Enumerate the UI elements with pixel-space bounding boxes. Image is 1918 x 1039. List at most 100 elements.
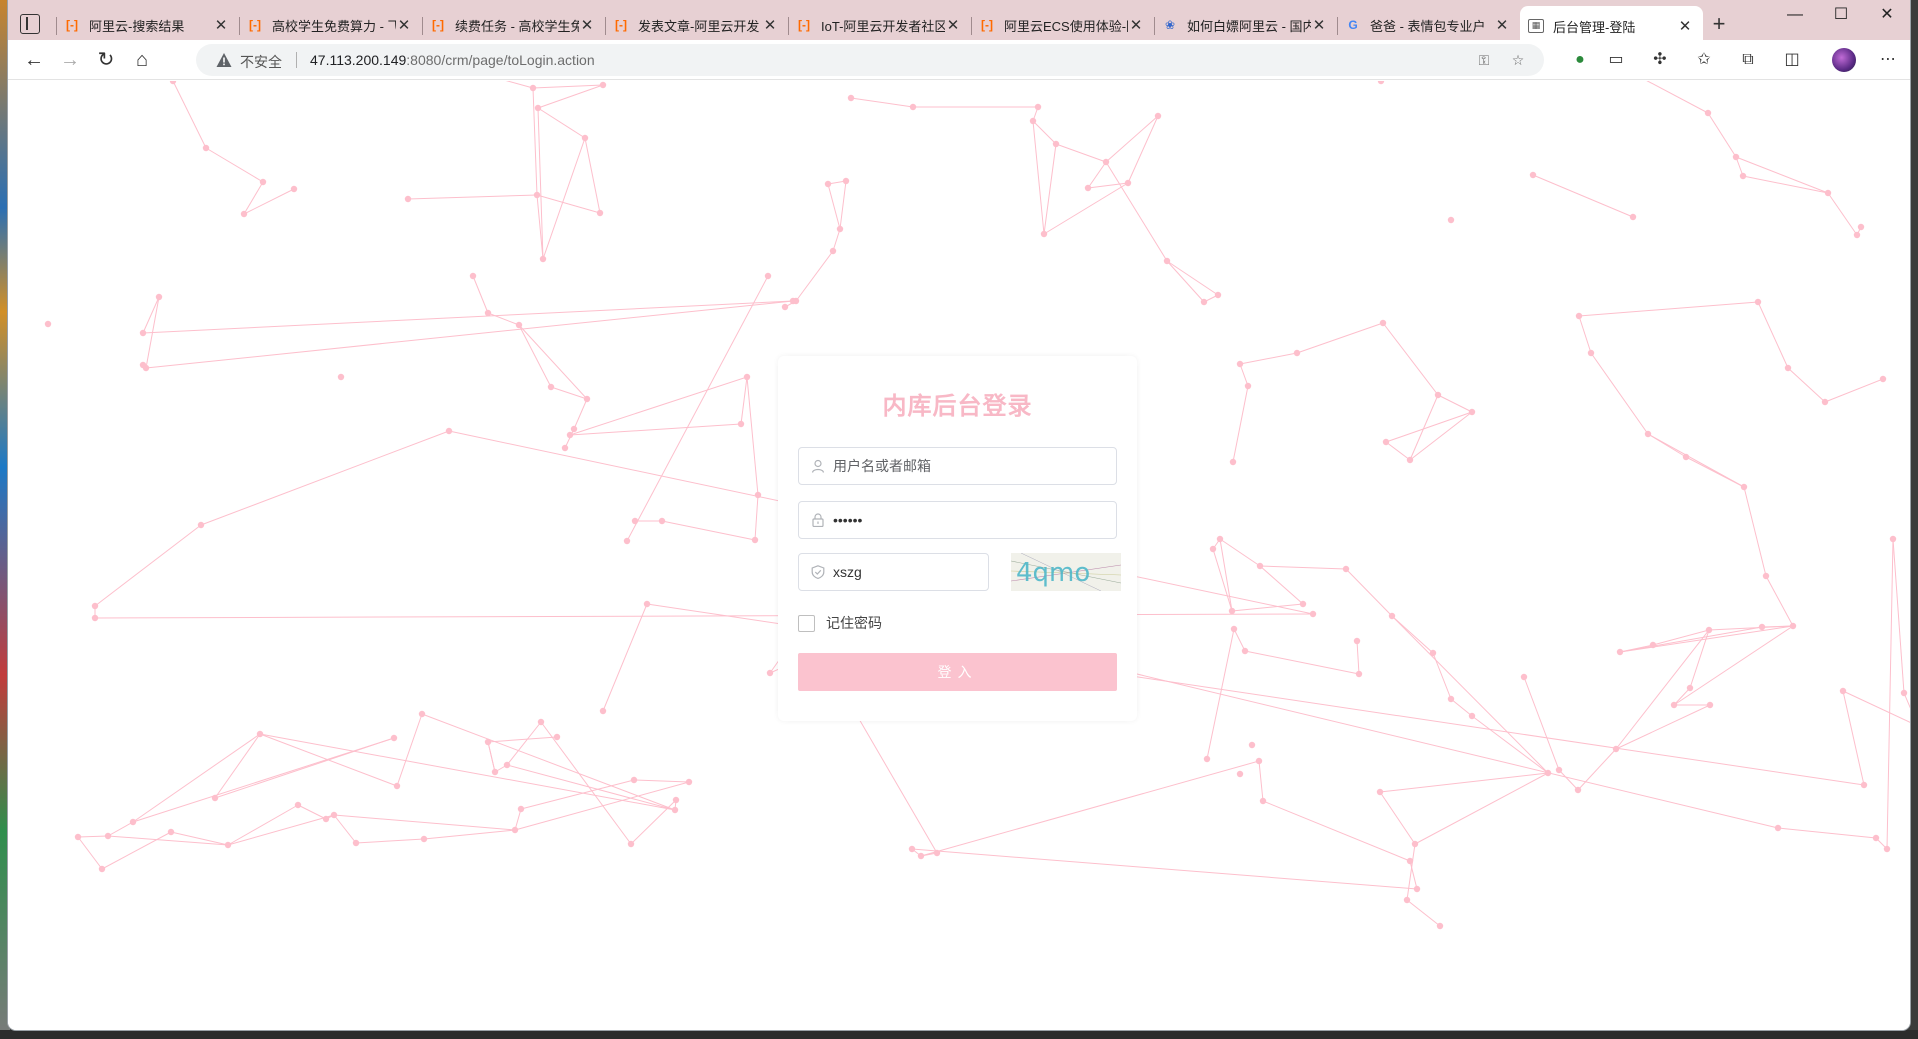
warning-icon[interactable] (216, 52, 232, 68)
add-favorite-icon[interactable]: ☆ (1508, 50, 1528, 70)
particle-node (596, 209, 604, 217)
particle-link (1523, 676, 1560, 771)
particle-link (1578, 315, 1592, 354)
particle-link (1127, 115, 1159, 184)
forward-arrow-icon[interactable]: → (58, 48, 82, 72)
tab-actions-icon[interactable] (20, 14, 40, 34)
more-menu-icon[interactable]: ⋯ (1876, 48, 1900, 72)
particle-link (832, 228, 841, 252)
address-bar[interactable]: 不安全 47.113.200.149:8080/crm/page/toLogin… (196, 44, 1544, 76)
particle-link (1382, 322, 1439, 396)
particle-link (487, 736, 558, 743)
tab-title: IoT-阿里云开发者社区 (821, 18, 945, 34)
reload-icon[interactable]: ↻ (94, 48, 118, 72)
particle-link (1673, 625, 1794, 706)
particle-link (569, 423, 742, 436)
particle-node (1241, 647, 1249, 655)
tab-0[interactable]: [-] 阿里云-搜索结果 ✕ (56, 8, 239, 42)
particle-link (1757, 301, 1789, 369)
particle-node (167, 828, 175, 836)
particle-link (1259, 565, 1347, 570)
close-icon[interactable]: ✕ (1311, 16, 1327, 34)
split-screen-icon[interactable]: ▭ (1604, 48, 1628, 72)
username-input[interactable] (833, 448, 1113, 484)
tab-7[interactable]: G 爸爸 - 表情包专业户 ✕ (1337, 8, 1520, 42)
extensions-puzzle-icon[interactable]: ✣ (1648, 48, 1672, 72)
particle-node (1236, 360, 1244, 368)
key-icon[interactable]: ⚿ (1474, 50, 1494, 70)
collections-icon[interactable]: ⧉ (1736, 48, 1760, 72)
close-icon[interactable]: ✕ (213, 16, 229, 34)
particle-node (1789, 622, 1797, 630)
particle-link (1296, 322, 1384, 354)
profile-avatar[interactable] (1832, 48, 1856, 72)
tab-3[interactable]: [-] 发表文章-阿里云开发 ✕ (605, 8, 788, 42)
security-label[interactable]: 不安全 (240, 52, 282, 72)
particle-node (623, 537, 631, 545)
particle-link (537, 84, 604, 109)
particle-node (491, 768, 499, 776)
particle-link (1406, 843, 1416, 901)
close-icon[interactable]: ✕ (945, 16, 961, 34)
particle-link (1647, 433, 1745, 488)
particle-node (909, 103, 917, 111)
captcha-image[interactable]: 4qmo (1011, 553, 1121, 591)
particle-link (423, 829, 516, 840)
username-field[interactable] (798, 447, 1117, 485)
divider (296, 52, 297, 68)
taskbar-edge (0, 1030, 1918, 1039)
particle-node (917, 852, 925, 860)
close-icon[interactable]: ✕ (1494, 16, 1510, 34)
particle-link (505, 81, 534, 89)
remember-checkbox[interactable] (798, 614, 815, 632)
particle-node (1649, 641, 1657, 649)
minimize-button[interactable]: — (1772, 0, 1818, 32)
particle-node (1200, 298, 1208, 306)
particle-node (766, 669, 774, 677)
tab-4[interactable]: [-] IoT-阿里云开发者社区 ✕ (788, 8, 971, 42)
captcha-field[interactable] (798, 553, 989, 591)
tab-2[interactable]: [-] 续费任务 - 高校学生免 ✕ (422, 8, 605, 42)
url-text[interactable]: 47.113.200.149:8080/crm/page/toLogin.act… (310, 52, 595, 68)
captcha-input[interactable] (833, 554, 983, 590)
close-icon[interactable]: ✕ (396, 16, 412, 34)
particle-node (631, 517, 639, 525)
tab-6[interactable]: ❀ 如何白嫖阿里云 - 国内 ✕ (1154, 8, 1337, 42)
close-icon[interactable]: ✕ (579, 16, 595, 34)
new-tab-button[interactable]: + (1703, 8, 1735, 42)
particle-link (1777, 827, 1877, 839)
extension-globe-icon[interactable]: ● (1568, 48, 1592, 72)
particle-link (487, 741, 496, 773)
particle-node (1544, 769, 1552, 777)
home-icon[interactable]: ⌂ (130, 48, 154, 72)
tab-1[interactable]: [-] 高校学生免费算力 - 飞 ✕ (239, 8, 422, 42)
particle-link (1707, 112, 1737, 158)
close-icon[interactable]: ✕ (1677, 17, 1693, 35)
particle-node (685, 778, 693, 786)
particle-node (1029, 117, 1037, 125)
particle-link (1043, 182, 1129, 235)
particle-node (529, 84, 537, 92)
tab-5[interactable]: [-] 阿里云ECS使用体验-阿 ✕ (971, 8, 1154, 42)
back-arrow-icon[interactable]: ← (22, 48, 46, 72)
particle-node (129, 818, 137, 826)
particle-link (77, 836, 103, 870)
close-icon[interactable]: ✕ (1128, 16, 1144, 34)
password-field[interactable] (798, 501, 1117, 539)
remember-password[interactable]: 记住密码 (798, 613, 882, 633)
close-window-button[interactable]: ✕ (1864, 0, 1910, 32)
login-title: 内库后台登录 (882, 393, 1033, 420)
tab-title: 续费任务 - 高校学生免 (455, 18, 579, 34)
particle-node (1379, 319, 1387, 327)
captcha-noise: 4qmo (1011, 553, 1121, 591)
particle-node (570, 425, 578, 433)
particle-node (1034, 103, 1042, 111)
particle-link (1450, 698, 1473, 717)
performance-icon[interactable]: ◫ (1780, 48, 1804, 72)
favorites-icon[interactable]: ✩ (1692, 48, 1716, 72)
maximize-button[interactable]: ☐ (1818, 0, 1864, 32)
login-button[interactable]: 登入 (798, 653, 1117, 691)
password-input[interactable] (833, 502, 1113, 538)
close-icon[interactable]: ✕ (762, 16, 778, 34)
particle-node (842, 177, 850, 185)
